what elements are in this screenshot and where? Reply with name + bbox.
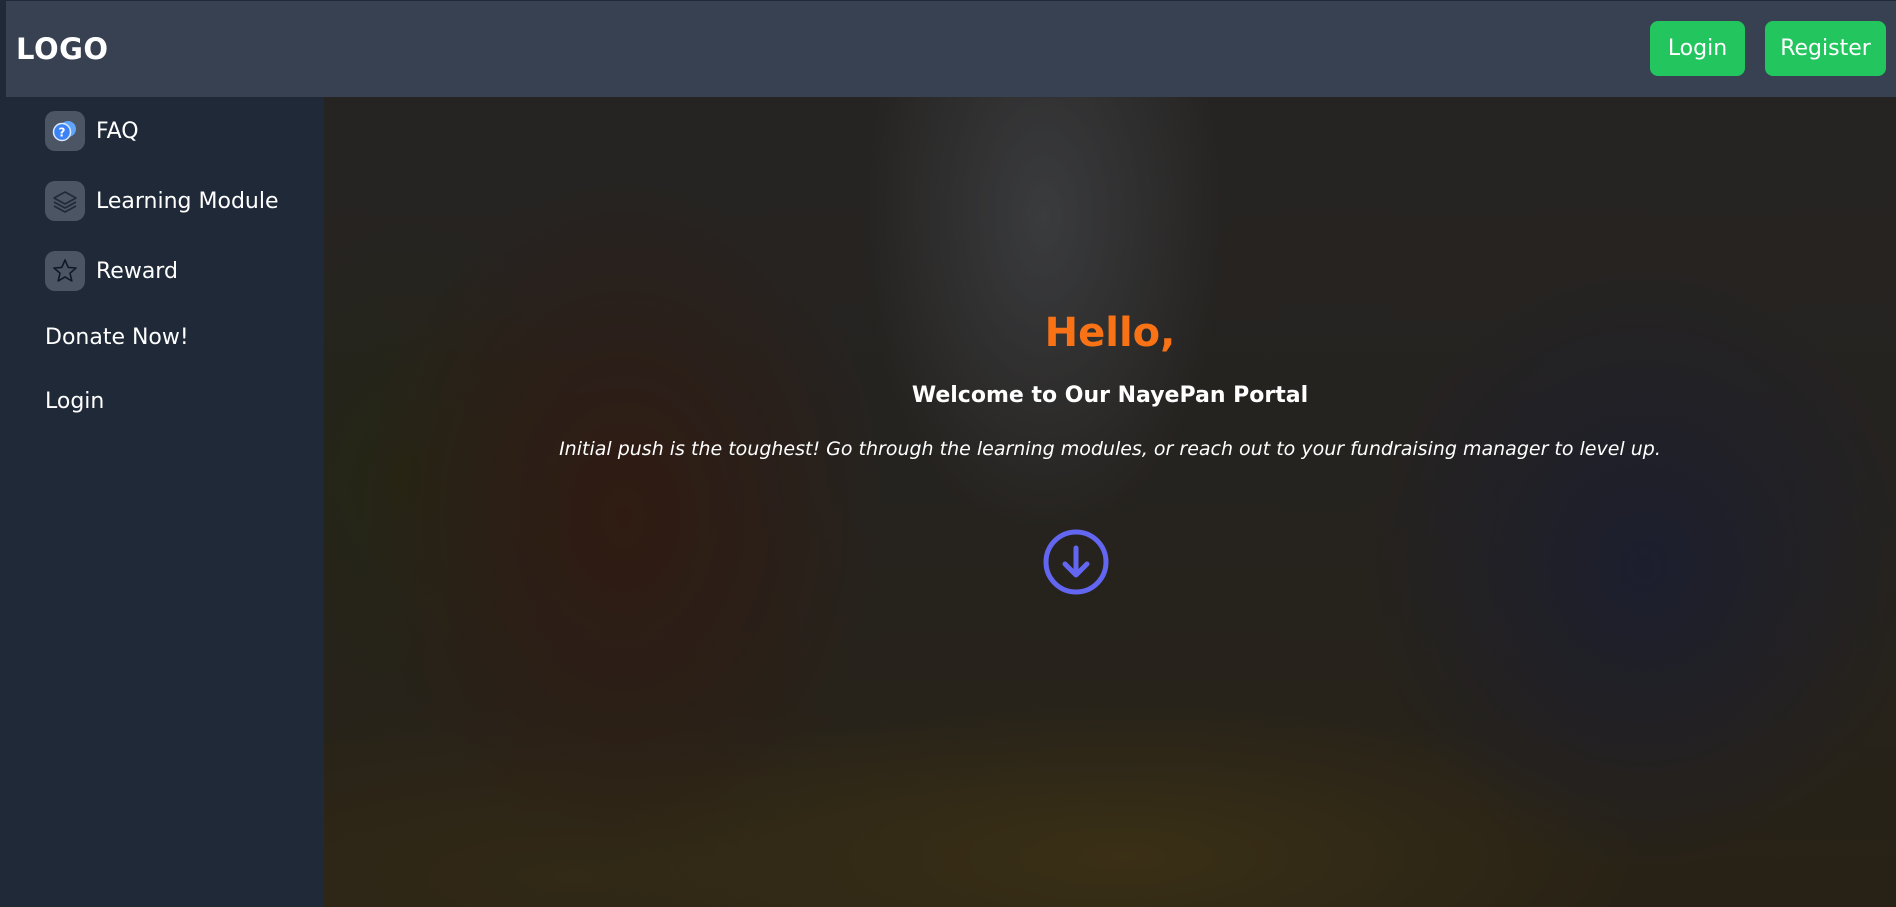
sidebar-item-login[interactable]: Login	[45, 389, 104, 414]
login-button[interactable]: Login	[1650, 21, 1745, 76]
sidebar-item-reward[interactable]: Reward	[45, 251, 178, 291]
arrow-down-circle-icon[interactable]	[1042, 528, 1110, 596]
app-window: LOGO Login Register ? FAQ Learning Modul…	[6, 1, 1896, 907]
sidebar-item-label: Login	[45, 389, 105, 414]
sidebar-item-label: Donate Now!	[45, 325, 189, 350]
hero-tagline: Initial push is the toughest! Go through…	[559, 438, 1661, 460]
svg-text:?: ?	[59, 126, 66, 140]
hero-section: Hello, Welcome to Our NayePan Portal Ini…	[324, 97, 1896, 907]
sidebar-item-label: Reward	[96, 258, 178, 284]
faq-icon: ?	[45, 111, 85, 151]
register-button[interactable]: Register	[1765, 21, 1886, 76]
layers-icon	[45, 181, 85, 221]
logo[interactable]: LOGO	[16, 32, 109, 66]
star-icon	[45, 251, 85, 291]
sidebar-item-donate-now[interactable]: Donate Now!	[45, 325, 189, 350]
hero-welcome-heading: Welcome to Our NayePan Portal	[911, 383, 1309, 408]
hero-greeting: Hello,	[1044, 310, 1176, 356]
sidebar-item-faq[interactable]: ? FAQ	[45, 111, 139, 151]
sidebar-item-label: Learning Module	[96, 188, 279, 214]
hero-content: Hello, Welcome to Our NayePan Portal Ini…	[324, 97, 1896, 907]
sidebar-item-learning-module[interactable]: Learning Module	[45, 181, 279, 221]
sidebar-item-label: FAQ	[96, 118, 139, 144]
auth-actions: Login Register	[1650, 21, 1886, 76]
sidebar: ? FAQ Learning Module Reward Donate Now!…	[6, 97, 324, 907]
top-navbar: LOGO Login Register	[6, 1, 1896, 97]
